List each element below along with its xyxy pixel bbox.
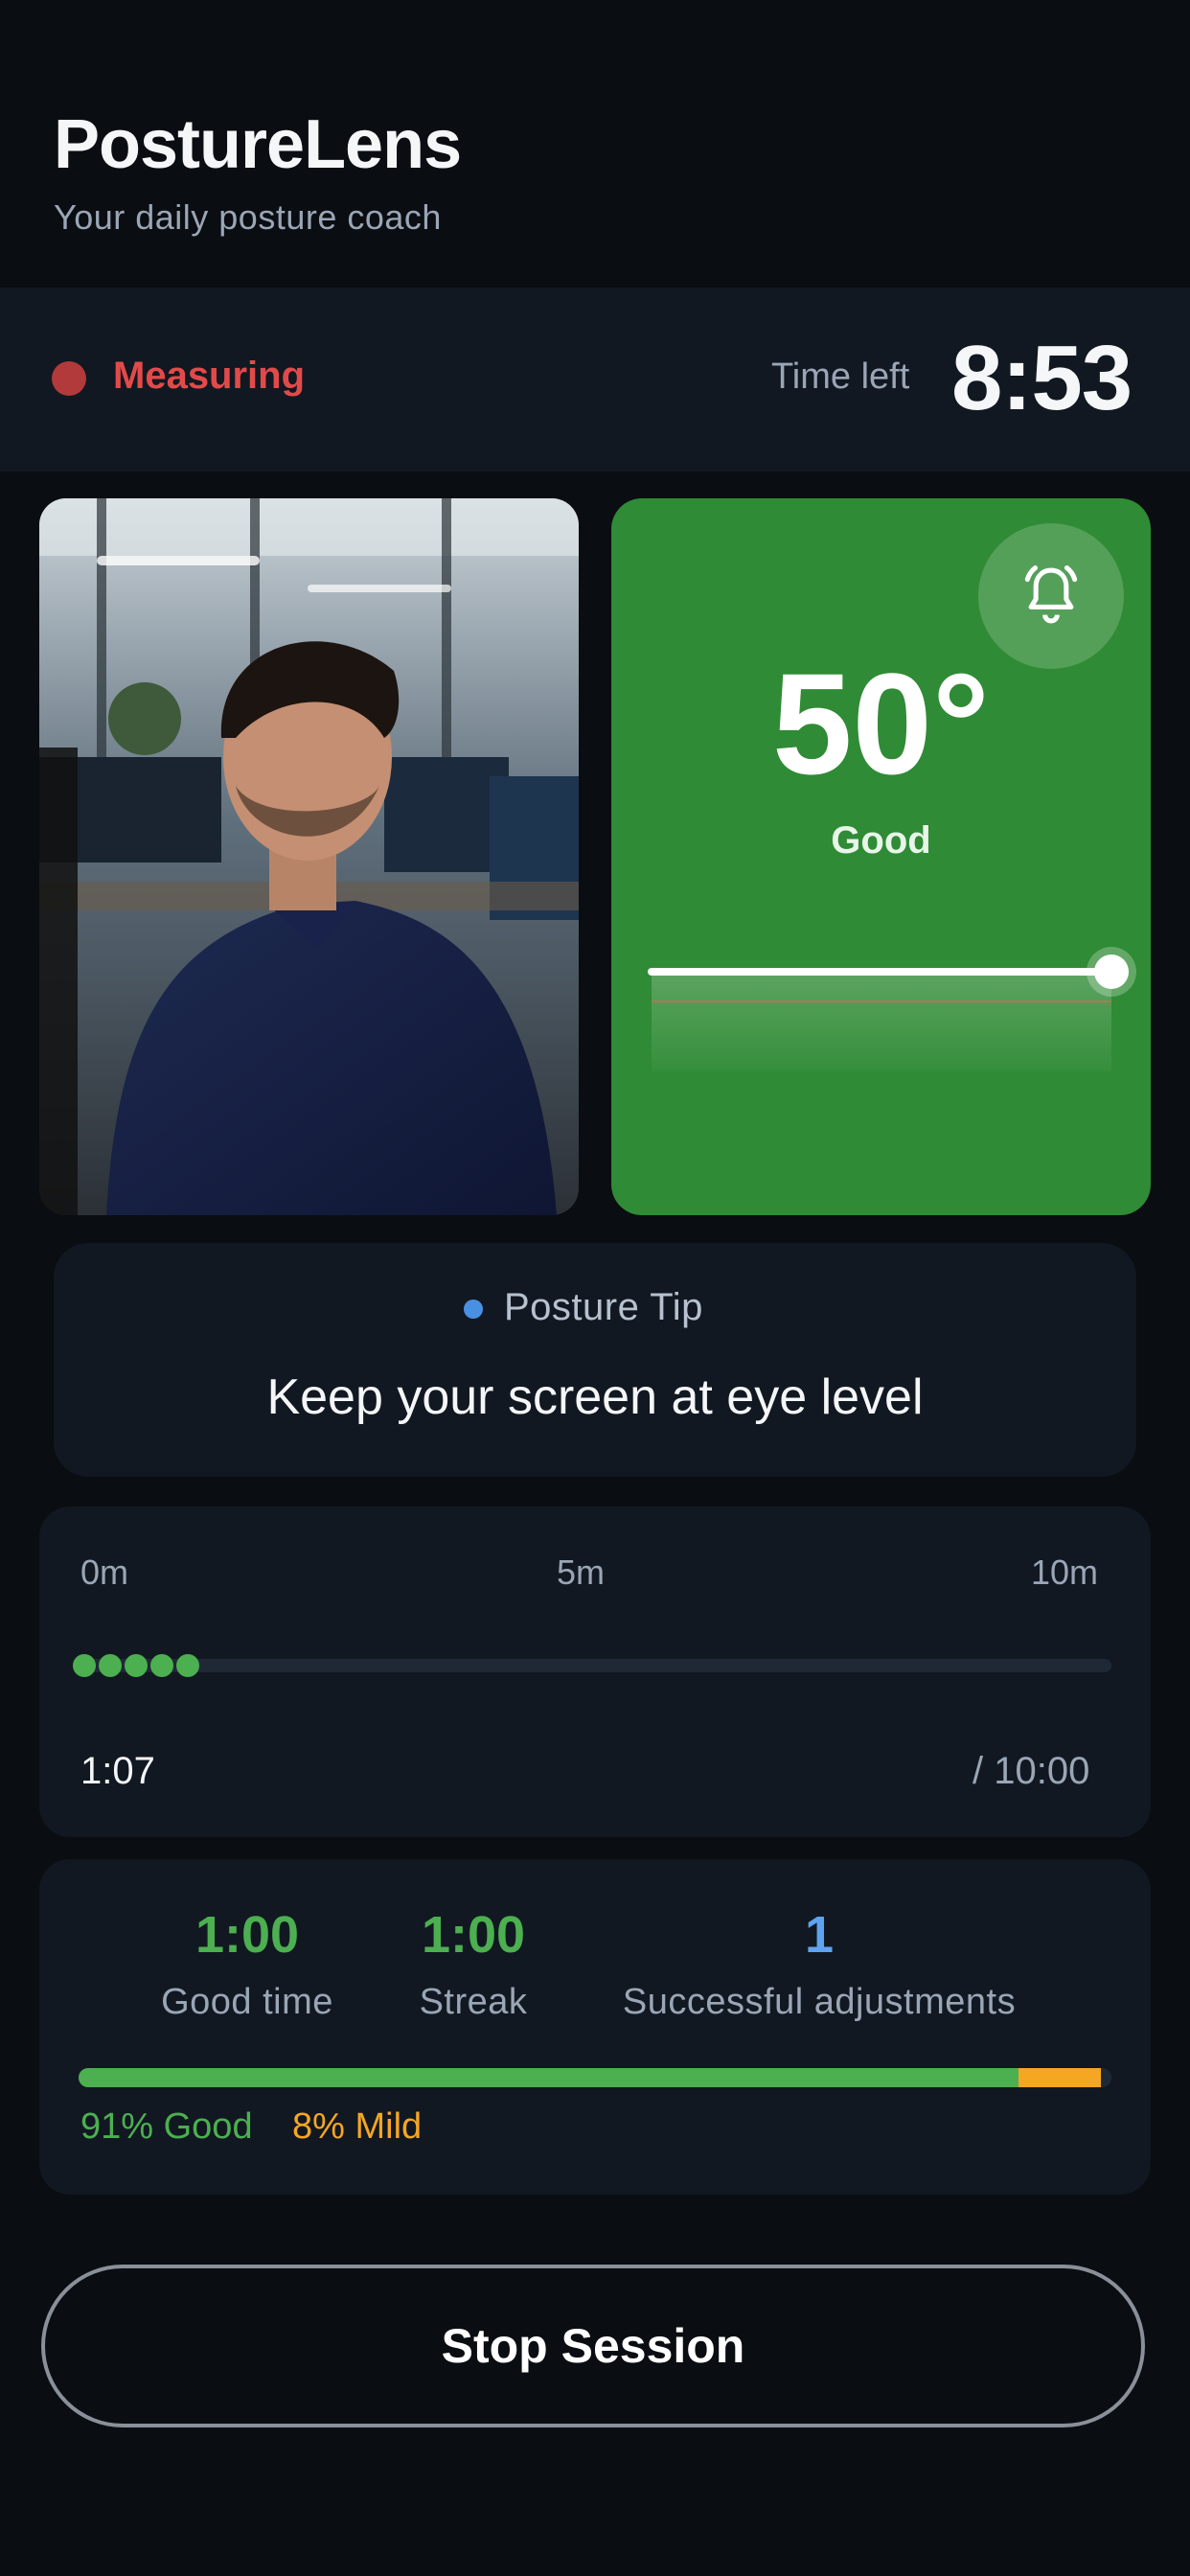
time-left-value: 8:53 (951, 327, 1133, 429)
posture-split-bar (79, 2068, 1111, 2087)
timeline-sample-dot (176, 1654, 199, 1677)
timeline-track (73, 1659, 1111, 1672)
app-subtitle: Your daily posture coach (54, 197, 442, 237)
timeline-sample-dot (99, 1654, 122, 1677)
angle-graph-fill (652, 970, 1111, 1071)
angle-graph-line (648, 968, 1111, 976)
stop-session-button[interactable]: Stop Session (41, 2265, 1145, 2427)
angle-graph-marker (1094, 954, 1129, 989)
streak-value: 1:00 (421, 1906, 526, 1964)
posture-status-label: Good (831, 819, 931, 862)
adjustments-label: Successful adjustments (622, 1982, 1017, 2022)
posture-angle-value: 50° (772, 643, 990, 804)
legend-good: 91% Good (80, 2106, 253, 2147)
posture-tip-card (54, 1243, 1136, 1477)
camera-preview-image (39, 498, 579, 1215)
timeline-sample-dot (125, 1654, 148, 1677)
app-title: PostureLens (54, 106, 462, 183)
streak-label: Streak (419, 1982, 528, 2022)
timeline-sample-dot (73, 1654, 96, 1677)
angle-threshold-line (652, 1000, 1111, 1002)
camera-preview (39, 498, 579, 1215)
tip-dot-icon (464, 1300, 483, 1319)
timeline-tick-start: 0m (80, 1552, 129, 1592)
timeline-tick-end: 10m (1031, 1552, 1099, 1592)
tip-label: Posture Tip (504, 1286, 703, 1328)
total-time: / 10:00 (973, 1750, 1090, 1792)
tip-text: Keep your screen at eye level (266, 1369, 924, 1425)
timeline-sample-dot (150, 1654, 173, 1677)
alert-toggle-button[interactable] (978, 523, 1124, 669)
timeline-tick-mid: 5m (557, 1552, 606, 1592)
elapsed-time: 1:07 (80, 1750, 155, 1792)
time-left-label: Time left (771, 356, 910, 397)
measuring-status: Measuring (113, 355, 306, 397)
split-bar-good (79, 2068, 1018, 2087)
adjustments-value: 1 (804, 1906, 835, 1964)
recording-indicator-icon (52, 361, 86, 396)
good-time-value: 1:00 (195, 1906, 300, 1964)
good-time-label: Good time (161, 1982, 333, 2022)
split-bar-mild (1018, 2068, 1102, 2087)
bell-alert-icon (1024, 565, 1078, 624)
legend-mild: 8% Mild (292, 2106, 423, 2147)
